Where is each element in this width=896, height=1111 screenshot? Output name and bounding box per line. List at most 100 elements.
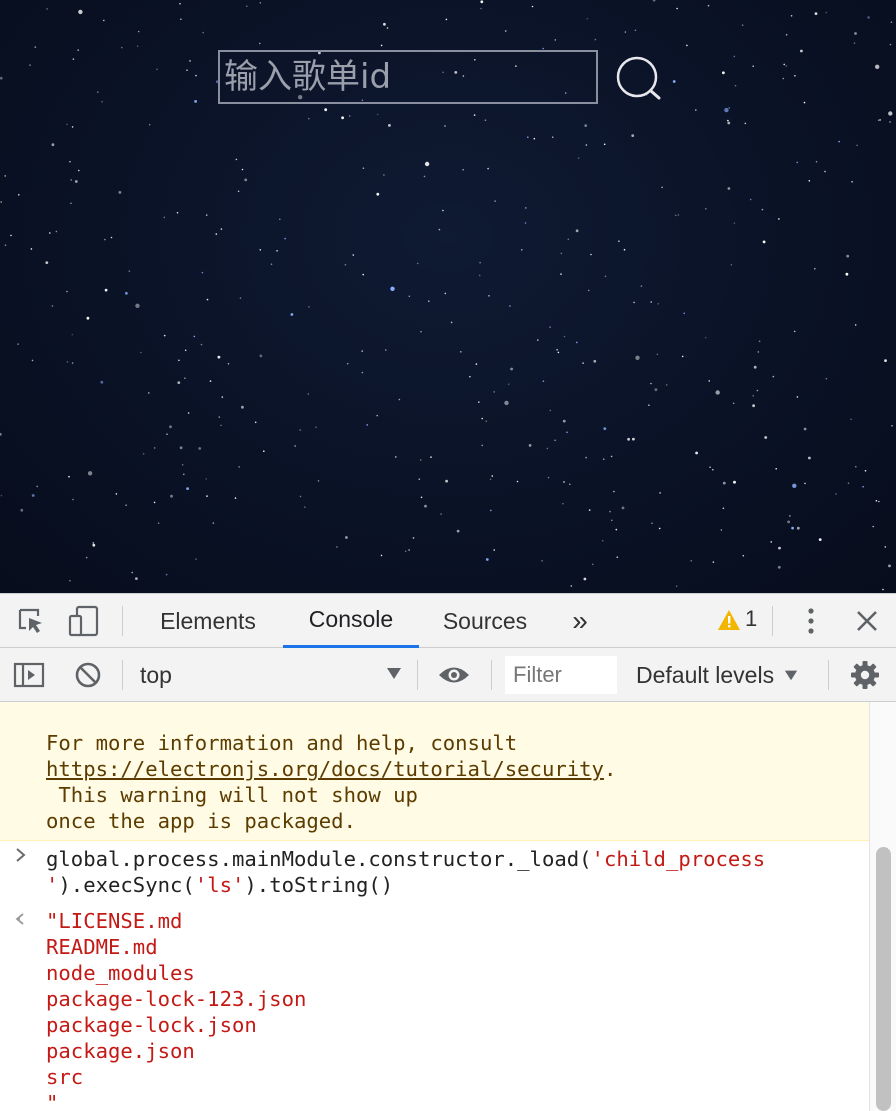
device-toolbar-icon[interactable] bbox=[66, 603, 102, 639]
star bbox=[270, 263, 273, 266]
star bbox=[631, 134, 635, 138]
star bbox=[686, 44, 688, 47]
search-icon[interactable] bbox=[614, 54, 664, 104]
star bbox=[71, 333, 74, 336]
star bbox=[800, 49, 803, 53]
star bbox=[104, 288, 108, 292]
star bbox=[308, 117, 310, 120]
star bbox=[889, 43, 892, 46]
warning-count[interactable]: 1 bbox=[745, 606, 757, 632]
star bbox=[104, 238, 106, 241]
star bbox=[884, 359, 887, 362]
star bbox=[741, 24, 744, 27]
star bbox=[279, 218, 281, 221]
star bbox=[593, 359, 597, 363]
chevron-down-icon bbox=[387, 668, 401, 679]
star bbox=[884, 546, 887, 548]
star bbox=[206, 298, 209, 301]
star bbox=[796, 396, 799, 398]
star bbox=[153, 447, 156, 449]
star bbox=[888, 564, 891, 568]
console-output-line[interactable]: "LICENSE.md bbox=[46, 908, 182, 934]
star bbox=[31, 359, 34, 362]
security-docs-link[interactable]: https://electronjs.org/docs/tutorial/sec… bbox=[46, 757, 604, 781]
star bbox=[212, 522, 215, 524]
star bbox=[390, 286, 395, 291]
star bbox=[744, 122, 747, 125]
close-icon[interactable] bbox=[852, 606, 882, 636]
star bbox=[856, 144, 858, 147]
star bbox=[601, 540, 604, 542]
star bbox=[69, 579, 71, 582]
tab-elements[interactable]: Elements bbox=[140, 594, 276, 648]
star bbox=[254, 421, 257, 424]
star bbox=[428, 300, 430, 303]
star bbox=[169, 425, 172, 429]
star bbox=[259, 249, 262, 251]
star bbox=[490, 509, 492, 512]
star bbox=[872, 525, 874, 528]
star bbox=[533, 137, 536, 140]
star bbox=[485, 558, 489, 561]
console-scrollbar[interactable] bbox=[869, 702, 896, 1111]
console-output-line[interactable]: package-lock-123.json bbox=[46, 986, 306, 1012]
star bbox=[796, 526, 800, 530]
toolbar-divider bbox=[491, 660, 492, 690]
star bbox=[404, 550, 407, 553]
console-output-line[interactable]: package.json bbox=[46, 1038, 195, 1064]
star bbox=[554, 39, 557, 41]
star bbox=[46, 8, 48, 10]
star bbox=[462, 168, 464, 171]
star bbox=[131, 571, 133, 574]
star bbox=[752, 404, 755, 408]
console-output-line[interactable]: node_modules bbox=[46, 960, 195, 986]
warning-icon[interactable] bbox=[716, 608, 742, 632]
execution-context-select[interactable]: top bbox=[140, 648, 402, 702]
star bbox=[695, 109, 697, 111]
star bbox=[148, 392, 150, 394]
star bbox=[478, 401, 480, 403]
code-string: 'ls' bbox=[194, 873, 245, 897]
star bbox=[658, 527, 661, 530]
clear-console-icon[interactable] bbox=[72, 659, 104, 691]
console-output-line[interactable]: src bbox=[46, 1064, 83, 1090]
inspect-element-icon[interactable] bbox=[14, 604, 48, 638]
star bbox=[442, 209, 444, 212]
more-tabs-button[interactable]: » bbox=[562, 594, 598, 648]
console-sidebar-icon[interactable] bbox=[12, 659, 46, 691]
star bbox=[493, 391, 496, 393]
console-input-line[interactable]: ').execSync('ls').toString() bbox=[46, 872, 393, 898]
filter-input[interactable] bbox=[505, 656, 617, 694]
star bbox=[4, 175, 6, 177]
star bbox=[345, 536, 348, 539]
playlist-id-input[interactable] bbox=[218, 50, 598, 104]
star bbox=[524, 222, 527, 224]
star bbox=[49, 232, 51, 234]
more-options-icon[interactable] bbox=[798, 604, 824, 638]
console-output-line[interactable]: " bbox=[46, 1090, 58, 1111]
console-output-line[interactable]: README.md bbox=[46, 934, 158, 960]
star bbox=[652, 0, 656, 2]
star bbox=[352, 254, 355, 256]
scrollbar-thumb[interactable] bbox=[876, 847, 891, 1111]
star bbox=[200, 343, 203, 346]
live-expression-icon[interactable] bbox=[436, 660, 472, 690]
star bbox=[135, 303, 140, 308]
star bbox=[125, 504, 127, 507]
tab-sources[interactable]: Sources bbox=[425, 594, 545, 648]
star bbox=[456, 529, 460, 533]
log-levels-select[interactable]: Default levels bbox=[636, 648, 798, 702]
star bbox=[176, 211, 179, 214]
star bbox=[137, 30, 140, 33]
star bbox=[808, 456, 811, 460]
star bbox=[862, 485, 864, 488]
warning-punctuation: . bbox=[603, 757, 617, 781]
star bbox=[237, 190, 240, 193]
tab-console[interactable]: Console bbox=[283, 594, 419, 648]
console-output-line[interactable]: package-lock.json bbox=[46, 1012, 257, 1038]
star bbox=[528, 444, 532, 447]
gear-icon[interactable] bbox=[848, 658, 882, 692]
star bbox=[420, 496, 423, 499]
console-input-line[interactable]: global.process.mainModule.constructor._l… bbox=[46, 846, 765, 872]
star bbox=[0, 432, 2, 436]
